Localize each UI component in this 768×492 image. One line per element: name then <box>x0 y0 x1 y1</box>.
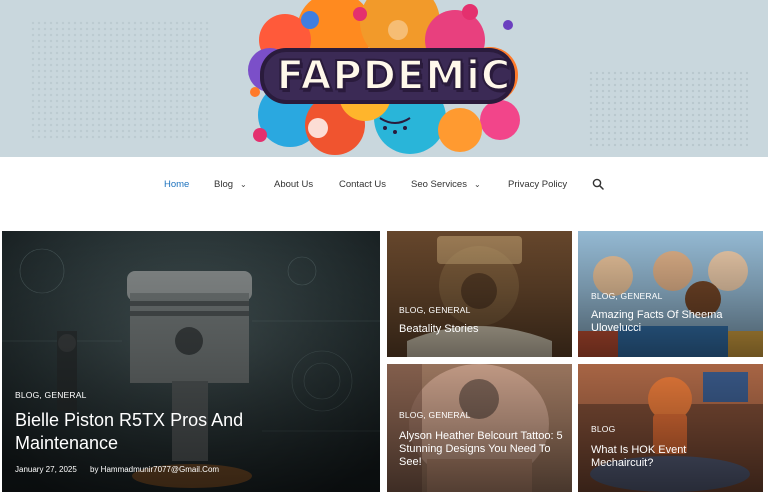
post-author[interactable]: by Hammadmunir7077@Gmail.Com <box>90 465 219 474</box>
nav-item-privacy-policy[interactable]: Privacy Policy <box>508 179 567 190</box>
site-logo-text[interactable]: FAPDEMiC <box>268 50 520 102</box>
post-title[interactable]: Bielle Piston R5TX Pros And Maintenance <box>15 409 285 455</box>
post-title[interactable]: Amazing Facts Of Sheema Ulovelucci <box>591 309 741 335</box>
search-icon[interactable] <box>592 178 604 190</box>
post-card[interactable]: BLOG, GENERAL Amazing Facts Of Sheema Ul… <box>578 231 763 357</box>
post-category[interactable]: BLOG <box>591 424 615 434</box>
post-title[interactable]: Alyson Heather Belcourt Tattoo: 5 Stunni… <box>399 430 564 469</box>
post-category[interactable]: BLOG, GENERAL <box>15 390 87 400</box>
header-banner: FAPDEMiC <box>0 0 768 157</box>
post-card[interactable]: BLOG What Is HOK Event Mechaircuit? <box>578 364 763 492</box>
nav-item-contact-us[interactable]: Contact Us <box>339 179 386 190</box>
nav-item-blog[interactable]: Blog ⌄ <box>214 179 247 190</box>
post-category[interactable]: BLOG, GENERAL <box>399 410 471 420</box>
post-date: January 27, 2025 <box>15 465 77 474</box>
chevron-down-icon: ⌄ <box>240 180 247 189</box>
post-title[interactable]: Beatality Stories <box>399 323 559 336</box>
post-title[interactable]: What Is HOK Event Mechaircuit? <box>591 444 721 470</box>
nav-item-label: Seo Services <box>411 179 467 190</box>
image-overlay <box>387 364 572 492</box>
nav-item-home[interactable]: Home <box>164 179 189 190</box>
image-overlay <box>387 231 572 357</box>
featured-post-card[interactable]: BLOG, GENERAL Bielle Piston R5TX Pros An… <box>2 231 380 492</box>
post-category[interactable]: BLOG, GENERAL <box>399 305 471 315</box>
nav-item-label: Blog <box>214 179 234 190</box>
banner-dot-pattern <box>30 20 210 140</box>
banner-dot-pattern <box>588 70 748 150</box>
post-category[interactable]: BLOG, GENERAL <box>591 291 663 301</box>
post-card[interactable]: BLOG, GENERAL Beatality Stories <box>387 231 572 357</box>
nav-item-about-us[interactable]: About Us <box>274 179 313 190</box>
main-navigation: Home Blog ⌄ About Us Contact Us Seo Servi… <box>0 166 768 206</box>
post-card[interactable]: BLOG, GENERAL Alyson Heather Belcourt Ta… <box>387 364 572 492</box>
chevron-down-icon: ⌄ <box>473 180 481 189</box>
nav-item-seo-services[interactable]: Seo Services ⌄ <box>411 179 481 190</box>
